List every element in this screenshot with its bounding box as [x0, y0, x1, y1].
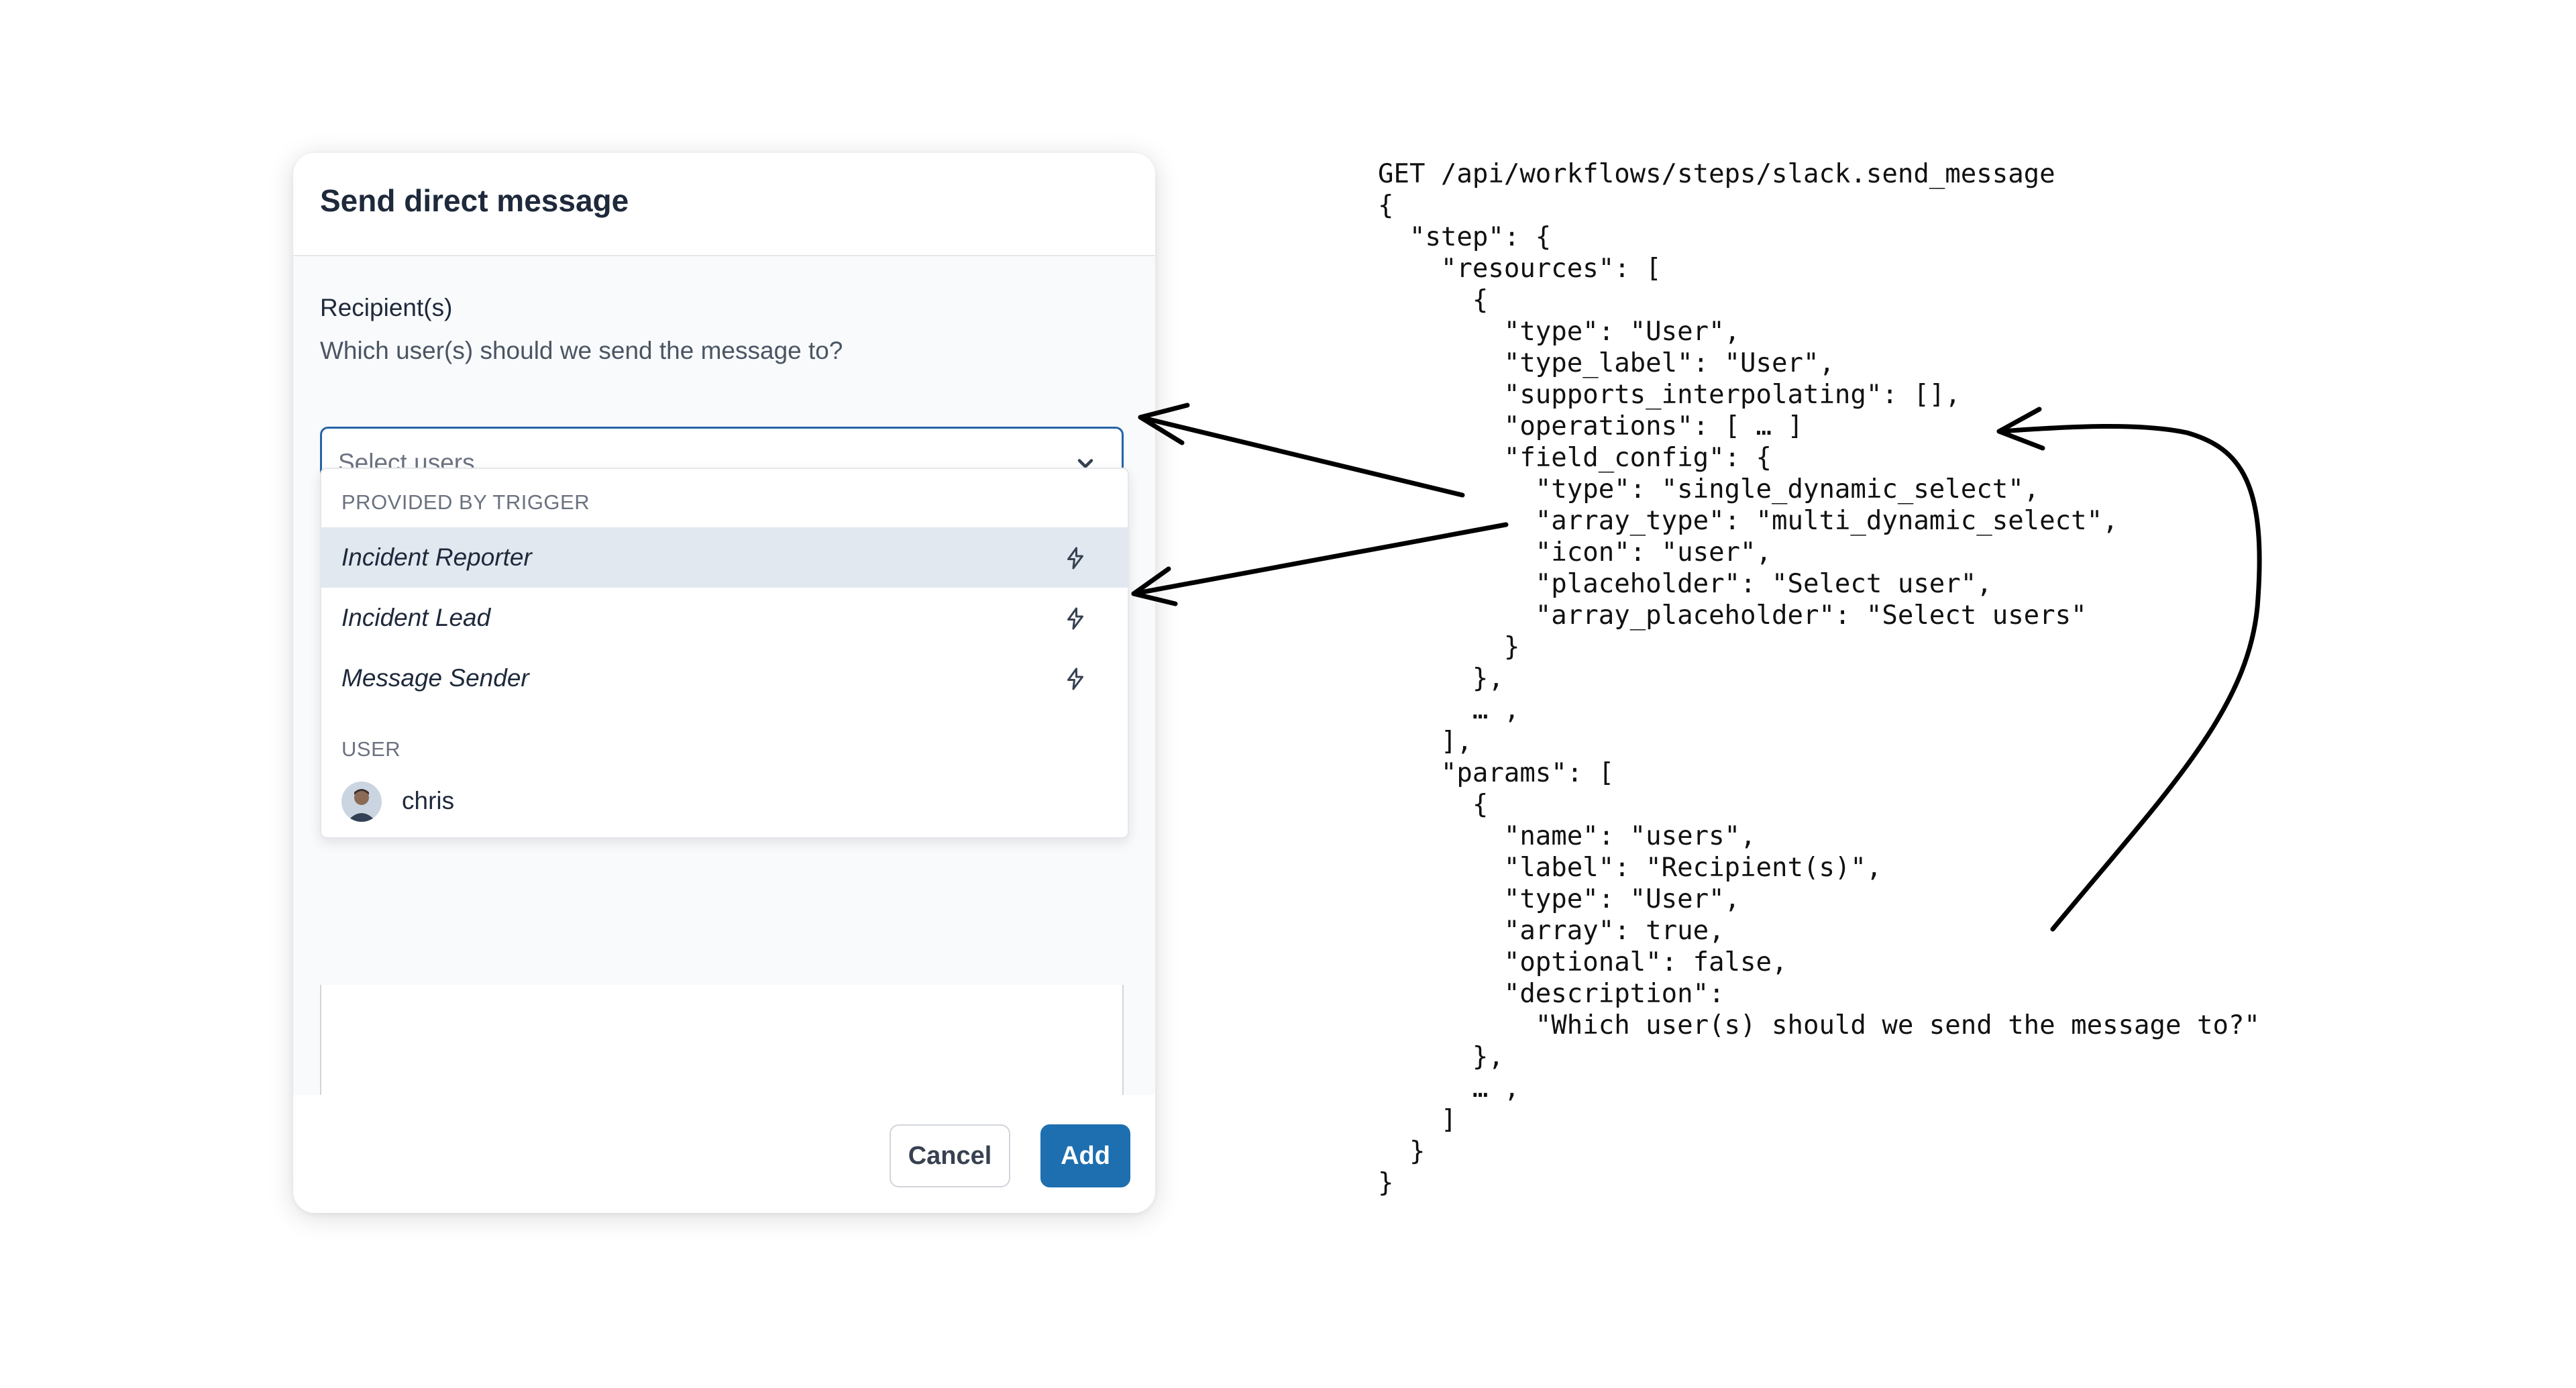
lightning-icon	[1067, 607, 1083, 630]
code-line: }	[1378, 1168, 1394, 1198]
option-incident-reporter[interactable]: Incident Reporter	[321, 527, 1128, 588]
code-line: … ,	[1378, 695, 1520, 725]
code-line: ]	[1378, 1105, 1457, 1135]
code-line: "resources": [	[1378, 254, 1662, 284]
code-line: "description":	[1378, 979, 1725, 1009]
code-line: "type_label": "User",	[1378, 348, 1835, 378]
modal-header: Send direct message	[293, 153, 1155, 256]
lightning-icon	[1067, 547, 1083, 570]
code-line: "label": "Recipient(s)",	[1378, 853, 1882, 883]
code-line: "type": "single_dynamic_select",	[1378, 474, 2040, 504]
code-line: "params": [	[1378, 758, 1615, 788]
code-line: "name": "users",	[1378, 821, 1756, 851]
code-line: … ,	[1378, 1073, 1520, 1104]
group-label-provided-by-trigger: PROVIDED BY TRIGGER	[341, 490, 590, 514]
user-label: chris	[402, 787, 455, 814]
recipients-label: Recipient(s)	[320, 294, 453, 321]
code-line: "array_placeholder": "Select users"	[1378, 600, 2087, 631]
option-incident-lead[interactable]: Incident Lead	[321, 588, 1128, 648]
users-dropdown-menu: PROVIDED BY TRIGGER Incident Reporter In…	[320, 468, 1129, 839]
code-line: },	[1378, 663, 1504, 694]
group-label-user: USER	[341, 737, 401, 761]
code-line: "Which user(s) should we send the messag…	[1378, 1010, 2260, 1040]
api-response-code-block: GET /api/workflows/steps/slack.send_mess…	[1378, 158, 2260, 1199]
code-line: {	[1378, 790, 1489, 820]
code-line: "placeholder": "Select user",	[1378, 569, 1992, 599]
code-line: {	[1378, 191, 1394, 221]
modal-footer: Cancel Add	[293, 1095, 1155, 1213]
modal-title: Send direct message	[320, 183, 629, 218]
code-line: "icon": "user",	[1378, 537, 1772, 568]
code-line: "field_config": {	[1378, 443, 1772, 473]
code-line: "type": "User",	[1378, 884, 1741, 914]
code-line: GET /api/workflows/steps/slack.send_mess…	[1378, 159, 2055, 189]
code-line: }	[1378, 1136, 1426, 1167]
code-line: "operations": [ … ]	[1378, 411, 1803, 441]
code-line: }	[1378, 632, 1520, 662]
code-line: "type": "User",	[1378, 317, 1741, 347]
code-line: },	[1378, 1042, 1504, 1072]
option-label: Incident Reporter	[341, 543, 532, 571]
avatar	[341, 782, 382, 822]
option-message-sender[interactable]: Message Sender	[321, 648, 1128, 708]
option-label: Message Sender	[341, 664, 529, 692]
code-line: "array": true,	[1378, 916, 1725, 946]
code-line: ],	[1378, 727, 1472, 757]
code-line: "optional": false,	[1378, 947, 1788, 977]
add-button[interactable]: Add	[1040, 1124, 1130, 1187]
lightning-icon	[1067, 668, 1083, 690]
cancel-button[interactable]: Cancel	[890, 1124, 1010, 1187]
code-line: {	[1378, 285, 1489, 315]
recipients-help-text: Which user(s) should we send the message…	[320, 337, 843, 364]
option-label: Incident Lead	[341, 604, 491, 631]
code-line: "step": {	[1378, 222, 1552, 252]
code-line: "array_type": "multi_dynamic_select",	[1378, 506, 2118, 536]
option-user-chris[interactable]: chris	[321, 771, 1128, 831]
code-line: "supports_interpolating": [],	[1378, 380, 1961, 410]
